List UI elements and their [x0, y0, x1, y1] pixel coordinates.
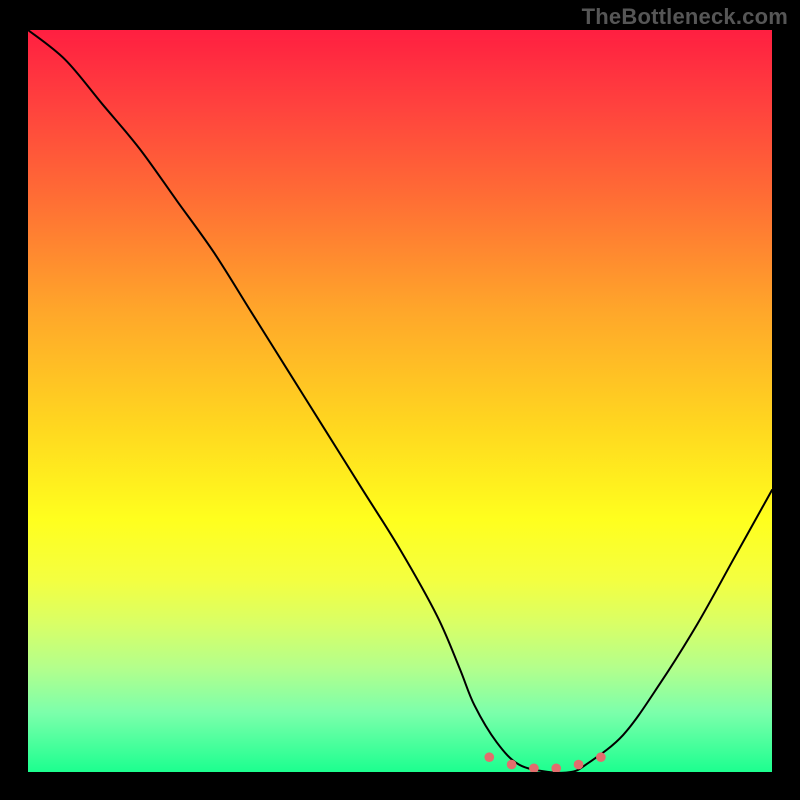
- optimal-range-markers: [484, 752, 605, 772]
- marker-dot: [484, 752, 494, 762]
- marker-dot: [574, 760, 584, 770]
- marker-dot: [529, 763, 539, 772]
- marker-dot: [596, 752, 606, 762]
- attribution-label: TheBottleneck.com: [582, 4, 788, 30]
- curve-layer: [28, 30, 772, 772]
- marker-dot: [507, 760, 517, 770]
- chart-container: TheBottleneck.com: [0, 0, 800, 800]
- plot-area: [28, 30, 772, 772]
- bottleneck-curve: [28, 30, 772, 772]
- marker-dot: [551, 763, 561, 772]
